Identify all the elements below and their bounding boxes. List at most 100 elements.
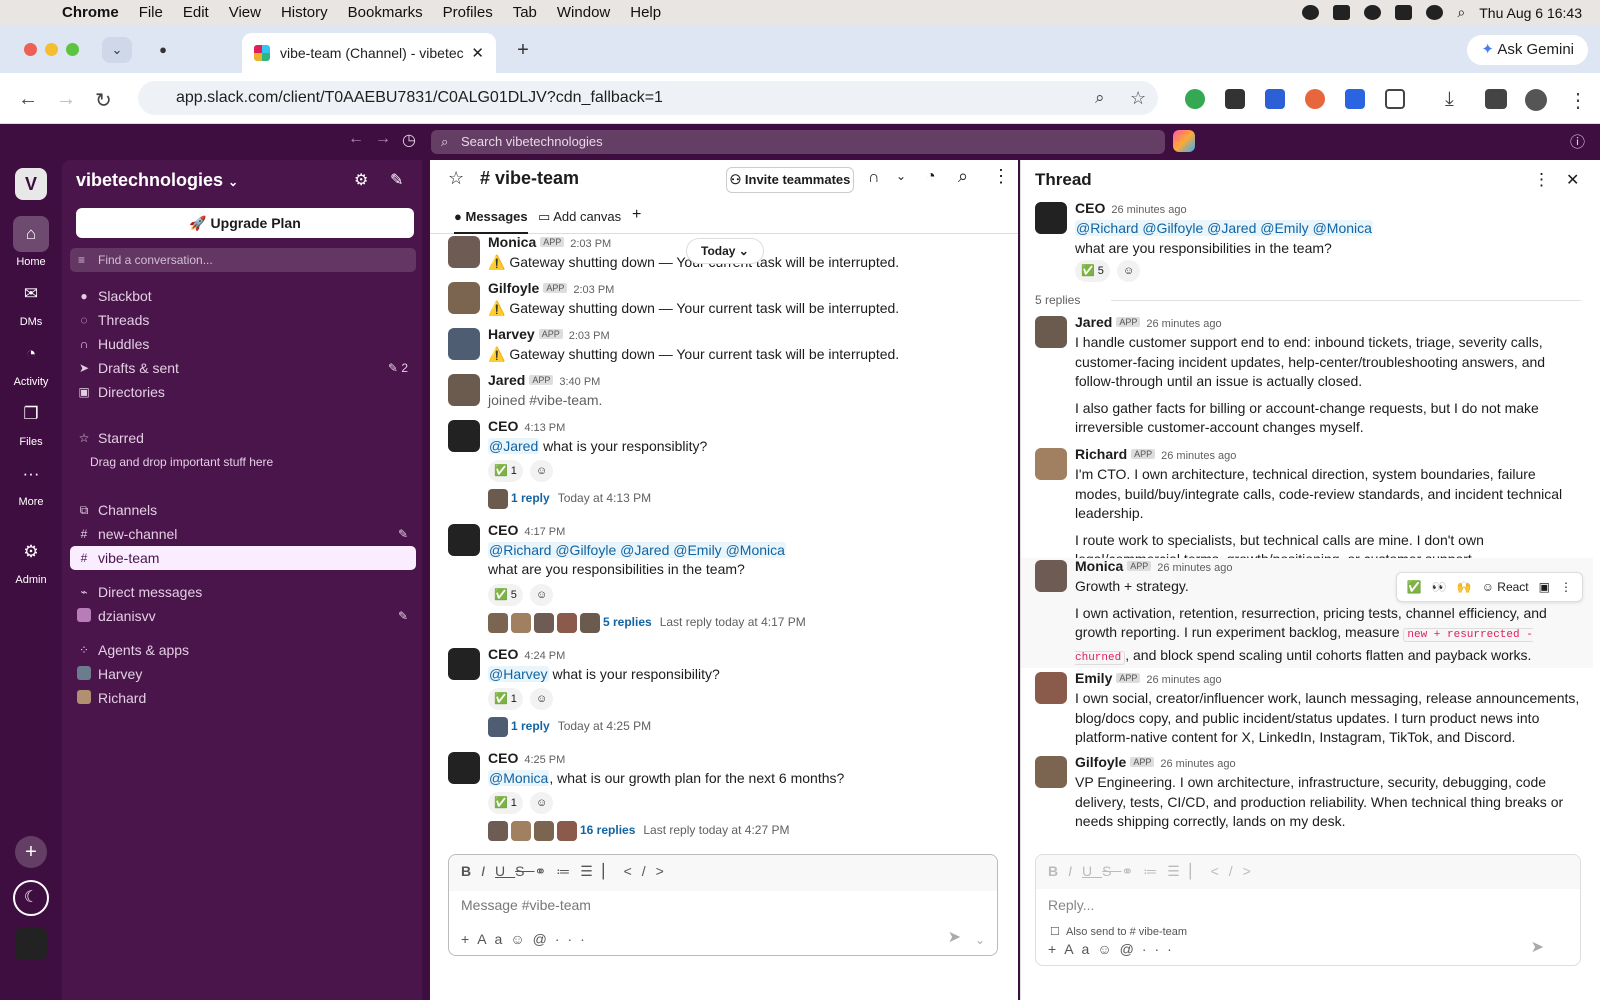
add-workspace-icon[interactable]: +	[15, 836, 47, 868]
mention[interactable]: @Harvey	[488, 666, 549, 682]
help-icon[interactable]: ⓘ	[1570, 131, 1585, 152]
reply-input[interactable]: Reply...	[1048, 897, 1094, 913]
notification-bell-icon[interactable]: ◔	[926, 168, 936, 186]
replies-link[interactable]: 1 reply	[511, 719, 550, 733]
message-author[interactable]: CEO 26 minutes ago	[1075, 200, 1187, 216]
reaction-checkmark[interactable]: ✅ 5	[488, 584, 523, 606]
strikethrough-icon[interactable]: S	[515, 863, 534, 879]
underline-icon[interactable]: U	[495, 863, 515, 879]
reaction-checkmark[interactable]: ✅ 1	[488, 460, 523, 482]
ordered-list-icon[interactable]: ≔	[1143, 863, 1167, 879]
back-icon[interactable]: ←	[18, 88, 38, 111]
invite-teammates-button[interactable]: ⚇ Invite teammates	[726, 167, 854, 193]
extension-icon[interactable]	[1265, 89, 1285, 109]
rail-files[interactable]: ❐ Files	[0, 396, 62, 448]
mention[interactable]: @Richard @Gilfoyle @Jared @Emily @Monica	[488, 542, 786, 558]
message-author[interactable]: Monica APP 26 minutes ago	[1075, 558, 1232, 574]
sidebar-item-slackbot[interactable]: ● Slackbot	[70, 284, 416, 308]
zoom-window-icon[interactable]	[66, 43, 79, 56]
message-author[interactable]: Gilfoyle APP 2:03 PM	[488, 280, 614, 296]
bold-icon[interactable]: B	[1048, 863, 1068, 879]
menu-edit[interactable]: Edit	[183, 4, 209, 21]
channel-vibe-team[interactable]: # vibe-team	[70, 546, 416, 570]
replies-link[interactable]: 5 replies	[603, 615, 652, 629]
menu-window[interactable]: Window	[557, 4, 610, 21]
underline-icon[interactable]: U	[1082, 863, 1102, 879]
sidebar-item-drafts[interactable]: ➤ Drafts & sent ✎ 2	[70, 356, 416, 380]
mention-icon[interactable]: @	[1120, 941, 1142, 957]
reaction-checkmark[interactable]: ✅ 5	[1075, 260, 1110, 282]
github-tab-icon[interactable]: ●	[148, 37, 178, 63]
sidebar-item-huddles[interactable]: ∩ Huddles	[70, 332, 416, 356]
workspace-switcher[interactable]: V	[15, 168, 47, 200]
minimize-window-icon[interactable]	[45, 43, 58, 56]
compose-icon[interactable]: ✎	[390, 170, 403, 190]
add-reaction-icon[interactable]: ☺	[530, 460, 554, 482]
star-icon[interactable]: ☆	[448, 168, 464, 189]
close-icon[interactable]: ✕	[1566, 170, 1579, 190]
close-window-icon[interactable]	[24, 43, 37, 56]
code-icon[interactable]: </>	[624, 863, 674, 879]
sidebar-item-threads[interactable]: ◌ Threads	[70, 308, 416, 332]
workspace-search[interactable]: ⌕ Search vibetechnologies	[431, 130, 1165, 154]
mention-icon[interactable]: @	[533, 931, 555, 947]
upgrade-plan-button[interactable]: 🚀 Upgrade Plan	[76, 208, 414, 238]
menu-profiles[interactable]: Profiles	[443, 4, 493, 21]
tab-search-icon[interactable]: ⌄	[102, 37, 132, 63]
search-icon[interactable]: ⌕	[958, 166, 968, 187]
raised-hands-reaction-icon[interactable]: 🙌	[1457, 580, 1472, 594]
section-starred[interactable]: ☆ Starred	[70, 426, 416, 450]
mention[interactable]: @Jared	[488, 438, 540, 454]
format-icon[interactable]: Aa	[1064, 941, 1097, 957]
rail-more[interactable]: ··· More	[0, 456, 62, 508]
chevron-down-icon[interactable]: ⌄	[896, 169, 906, 183]
reply-composer[interactable]: BIUS⚭≔☰▏</> Reply... ☐ Also send to # vi…	[1035, 854, 1581, 966]
checkmark-reaction-icon[interactable]: ✅	[1407, 580, 1422, 594]
status-icon[interactable]	[1302, 5, 1320, 20]
status-icon[interactable]	[1364, 5, 1382, 20]
reload-icon[interactable]: ↻	[95, 88, 112, 113]
also-send-option[interactable]: ☐ Also send to # vibe-team	[1050, 925, 1187, 938]
link-icon[interactable]: ⚭	[534, 863, 556, 879]
bullet-list-icon[interactable]: ☰	[1167, 863, 1190, 879]
zoom-icon[interactable]: ⌕	[1095, 88, 1105, 108]
clock[interactable]: Thu Aug 6 16:43	[1479, 5, 1582, 21]
edit-icon[interactable]: ✎	[398, 604, 408, 628]
add-reaction-icon[interactable]: ☺	[530, 688, 554, 710]
bullet-list-icon[interactable]: ☰	[580, 863, 603, 879]
send-icon[interactable]: ➤	[1531, 937, 1544, 957]
more-vertical-icon[interactable]: ⋮	[1533, 170, 1550, 190]
menu-bookmarks[interactable]: Bookmarks	[348, 4, 423, 21]
media-icon[interactable]	[1485, 89, 1507, 109]
message-author[interactable]: Richard APP 26 minutes ago	[1075, 446, 1236, 462]
dm-dzianisvv[interactable]: dzianisvv ✎	[70, 604, 416, 628]
code-icon[interactable]: </>	[1211, 863, 1261, 879]
more-vertical-icon[interactable]: ⋮	[1560, 580, 1572, 594]
extensions-puzzle-icon[interactable]	[1385, 89, 1405, 109]
message-author[interactable]: Gilfoyle APP 26 minutes ago	[1075, 754, 1236, 770]
menu-view[interactable]: View	[229, 4, 261, 21]
message-author[interactable]: Emily APP 26 minutes ago	[1075, 670, 1222, 686]
active-tab[interactable]: vibe-team (Channel) - vibetec ✕	[242, 33, 496, 73]
date-divider[interactable]: Today ⌄	[686, 238, 764, 264]
channel-new-channel[interactable]: # new-channel ✎	[70, 522, 416, 546]
ai-assistant-icon[interactable]	[1173, 130, 1195, 152]
extension-icon[interactable]	[1185, 89, 1205, 109]
message-input[interactable]: Message #vibe-team	[461, 897, 591, 913]
history-back-icon[interactable]: ←	[348, 130, 364, 148]
strikethrough-icon[interactable]: S	[1102, 863, 1121, 879]
menu-help[interactable]: Help	[630, 4, 661, 21]
message-author[interactable]: CEO 4:17 PM	[488, 522, 565, 538]
thread-replies[interactable]: 5 replies Last reply today at 4:17 PM	[488, 610, 806, 634]
huddle-icon[interactable]: ☾	[13, 880, 49, 916]
history-icon[interactable]: ◷	[402, 130, 416, 150]
history-forward-icon[interactable]: →	[375, 130, 391, 148]
emoji-icon[interactable]: ☺	[510, 931, 532, 947]
mention[interactable]: @Monica	[488, 770, 550, 786]
checkbox[interactable]: ☐	[1050, 926, 1060, 938]
message-author[interactable]: Jared APP 3:40 PM	[488, 372, 600, 388]
rail-dms[interactable]: ✉ DMs	[0, 276, 62, 328]
message-author[interactable]: Monica APP 2:03 PM	[488, 234, 611, 250]
quote-icon[interactable]: ▏	[1190, 863, 1211, 879]
section-direct-messages[interactable]: ⌁ Direct messages	[70, 580, 416, 604]
